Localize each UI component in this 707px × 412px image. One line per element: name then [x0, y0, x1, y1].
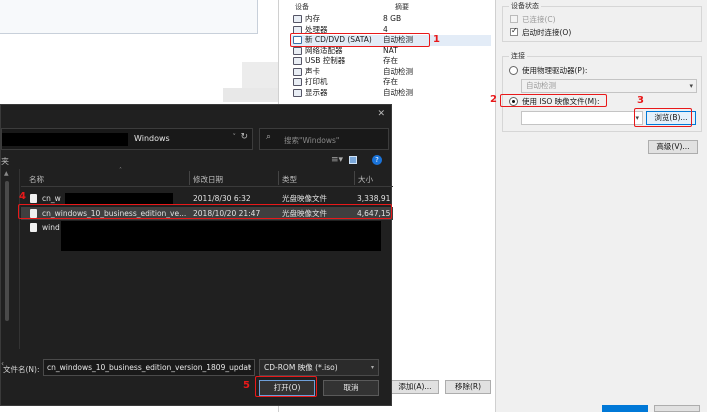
hardware-list: 内存 8 GB 处理器 4 新 CD/DVD (SATA) 自动检测 网络适配器…: [291, 14, 491, 98]
new-folder-label[interactable]: 夹: [1, 156, 9, 167]
physical-drive-value: 自动检测: [526, 81, 556, 90]
hardware-summary: 存在: [383, 56, 398, 65]
device-settings-panel: 设备状态 已连接(C) 启动时连接(O) 连接 使用物理驱动器(P): 自动检测…: [495, 0, 707, 412]
ok-button[interactable]: [602, 405, 648, 412]
hardware-summary: 自动检测: [383, 66, 413, 76]
hardware-row-memory[interactable]: 内存 8 GB: [291, 14, 491, 25]
chevron-down-icon[interactable]: ▾: [248, 364, 251, 371]
column-summary: 摘要: [395, 3, 409, 11]
annotation-number-2: 2: [490, 94, 497, 105]
scrollbar-thumb[interactable]: [5, 181, 9, 321]
advanced-button[interactable]: 高级(V)...: [648, 140, 698, 154]
disc-image-icon: [30, 223, 37, 232]
background-panel: [223, 88, 278, 102]
annotation-box-4: [18, 204, 392, 219]
add-hardware-button[interactable]: 添加(A)...: [391, 380, 439, 394]
chevron-down-icon: ▾: [689, 82, 693, 90]
annotation-box-5: [255, 376, 317, 397]
hardware-name: 声卡: [305, 66, 320, 76]
chevron-down-icon: ▾: [370, 364, 374, 371]
annotation-number-5: 5: [243, 380, 250, 391]
file-list-header: ˄ 名称 修改日期 类型 大小: [21, 167, 393, 187]
disc-image-icon: [30, 194, 37, 203]
hardware-row-usb[interactable]: USB 控制器 存在: [291, 56, 491, 67]
hardware-name: USB 控制器: [305, 56, 346, 65]
sound-card-icon: [293, 67, 302, 76]
device-status-group: 设备状态 已连接(C) 启动时连接(O): [502, 1, 702, 42]
current-folder[interactable]: Windows: [134, 134, 170, 143]
usb-icon: [293, 57, 302, 65]
cancel-button[interactable]: 取消: [323, 380, 379, 396]
sort-indicator-icon: ˄: [119, 167, 122, 174]
column-divider[interactable]: [354, 171, 355, 185]
file-open-dialog: ✕ Windows ˅ ↻ ⌕ 搜索"Windows" 夹 ≡▾ ? ▲ ˄ 名…: [0, 104, 393, 406]
connected-checkbox[interactable]: [510, 15, 518, 23]
physical-drive-select[interactable]: 自动检测 ▾: [521, 79, 697, 93]
annotation-box-3: [634, 108, 692, 127]
preview-pane-icon[interactable]: [349, 156, 357, 164]
connected-label: 已连接(C): [522, 15, 556, 24]
column-divider[interactable]: [189, 171, 190, 185]
remove-hardware-button[interactable]: 移除(R): [445, 380, 491, 394]
hardware-row-network[interactable]: 网络适配器 NAT: [291, 46, 491, 57]
annotation-number-4: 4: [19, 191, 26, 202]
connection-label: 连接: [509, 51, 527, 61]
hardware-summary: 8 GB: [383, 14, 402, 23]
connect-on-power-checkbox[interactable]: [510, 26, 518, 36]
navigation-pane[interactable]: ▲: [1, 169, 20, 349]
network-icon: [293, 46, 302, 55]
cancel-button[interactable]: [654, 405, 700, 412]
display-icon: [293, 88, 302, 97]
chevron-down-icon[interactable]: ˅: [233, 133, 237, 141]
search-icon: ⌕: [266, 132, 272, 142]
column-date[interactable]: 修改日期: [193, 174, 223, 185]
close-icon[interactable]: ✕: [377, 109, 385, 119]
hardware-name: 显示器: [305, 87, 328, 97]
hardware-row-display[interactable]: 显示器 自动检测: [291, 88, 491, 99]
memory-icon: [293, 15, 302, 23]
hardware-summary: NAT: [383, 45, 398, 55]
hardware-row-printer[interactable]: 打印机 存在: [291, 77, 491, 88]
physical-drive-radio[interactable]: [509, 66, 518, 75]
physical-drive-label: 使用物理驱动器(P):: [522, 66, 588, 75]
column-size[interactable]: 大小: [358, 174, 373, 185]
column-name[interactable]: 名称: [29, 174, 44, 185]
hardware-name: 内存: [305, 14, 320, 23]
hardware-name: 打印机: [305, 77, 328, 86]
view-options-icon[interactable]: ≡▾: [331, 155, 343, 165]
connect-on-power-label: 启动时连接(O): [522, 28, 572, 37]
annotation-number-3: 3: [637, 95, 644, 106]
redacted-filename: [61, 221, 381, 251]
filename-label: 文件名(N):: [3, 365, 40, 374]
redacted-path: [2, 133, 128, 146]
iso-path-input[interactable]: ▾: [521, 111, 643, 125]
search-box[interactable]: ⌕ 搜索"Windows": [259, 128, 389, 150]
refresh-icon[interactable]: ↻: [240, 132, 248, 142]
annotation-number-1: 1: [433, 34, 440, 45]
column-type[interactable]: 类型: [282, 174, 297, 185]
address-bar[interactable]: Windows ˅ ↻: [1, 128, 253, 150]
hardware-summary: 存在: [383, 77, 398, 86]
printer-icon: [293, 78, 302, 86]
background-toolbar: [0, 0, 258, 34]
scroll-up-icon[interactable]: ▲: [4, 170, 9, 177]
column-device: 设备: [295, 3, 309, 11]
help-icon[interactable]: ?: [372, 155, 382, 165]
annotation-box-1: [290, 33, 430, 47]
hardware-name: 网络适配器: [305, 45, 343, 55]
filename-input[interactable]: cn_windows_10_business_edition_version_1…: [43, 359, 255, 376]
hardware-summary: 自动检测: [383, 87, 413, 97]
filetype-select[interactable]: CD-ROM 映像 (*.iso) ▾: [259, 359, 379, 376]
annotation-box-2: [500, 94, 607, 107]
search-placeholder: 搜索"Windows": [284, 136, 340, 145]
hardware-row-sound[interactable]: 声卡 自动检测: [291, 67, 491, 78]
device-status-label: 设备状态: [509, 1, 541, 11]
column-divider[interactable]: [278, 171, 279, 185]
filetype-value: CD-ROM 映像 (*.iso): [264, 363, 338, 372]
